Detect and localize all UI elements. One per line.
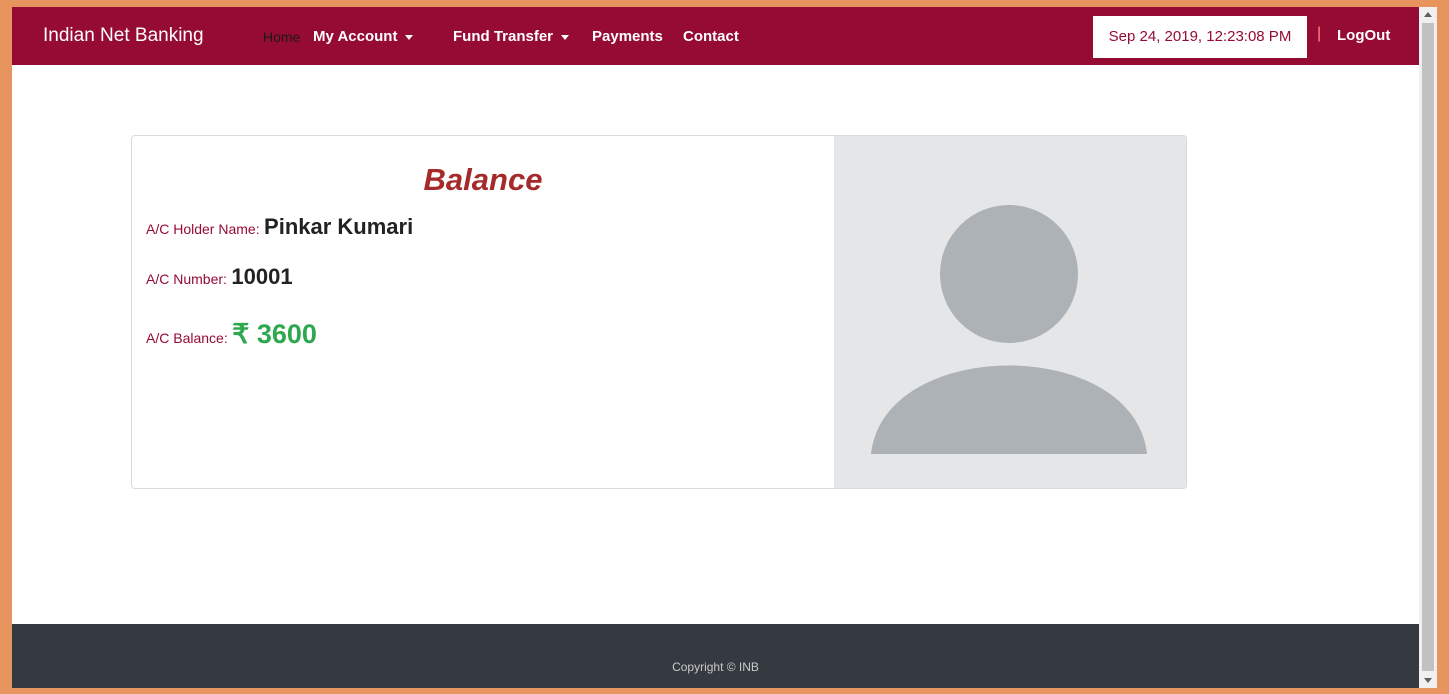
nav-fund-transfer-dropdown[interactable]: Fund Transfer <box>453 28 570 45</box>
account-number-value: 10001 <box>231 264 293 289</box>
scroll-down-icon[interactable] <box>1424 678 1432 683</box>
caret-down-icon <box>405 34 414 40</box>
user-avatar-icon <box>871 205 1147 454</box>
top-navbar: Indian Net Banking Home My Account Fund … <box>12 7 1419 65</box>
profile-avatar <box>834 136 1186 488</box>
copyright-text: Copyright © INB <box>672 660 759 674</box>
scrollbar-thumb[interactable] <box>1422 23 1434 671</box>
account-balance-row: A/C Balance: ₹ 3600 <box>146 319 317 350</box>
card-title: Balance <box>423 162 543 197</box>
nav-fund-transfer-label: Fund Transfer <box>453 28 554 45</box>
holder-name-value: Pinkar Kumari <box>264 214 414 239</box>
holder-name-row: A/C Holder Name: Pinkar Kumari <box>146 214 413 240</box>
account-number-label: A/C Number: <box>146 271 227 287</box>
footer: Copyright © INB <box>12 624 1419 688</box>
account-number-row: A/C Number: 10001 <box>146 264 293 290</box>
account-balance-label: A/C Balance: <box>146 330 228 346</box>
nav-contact-link[interactable]: Contact <box>683 28 739 45</box>
scroll-up-icon[interactable] <box>1424 12 1432 17</box>
nav-home-link[interactable]: Home <box>263 29 300 45</box>
nav-separator: | <box>1317 25 1322 42</box>
balance-card: Balance A/C Holder Name: Pinkar Kumari A… <box>131 135 1187 489</box>
browser-viewport: Indian Net Banking Home My Account Fund … <box>12 7 1419 688</box>
account-balance-value: ₹ 3600 <box>232 319 317 349</box>
nav-payments-link[interactable]: Payments <box>592 28 663 45</box>
holder-name-label: A/C Holder Name: <box>146 221 260 237</box>
nav-my-account-dropdown[interactable]: My Account <box>313 28 414 45</box>
vertical-scrollbar[interactable] <box>1419 7 1437 688</box>
nav-my-account-label: My Account <box>313 28 398 45</box>
caret-down-icon <box>561 34 570 40</box>
brand-link[interactable]: Indian Net Banking <box>43 25 204 47</box>
current-datetime: Sep 24, 2019, 12:23:08 PM <box>1093 16 1307 58</box>
logout-link[interactable]: LogOut <box>1337 27 1390 44</box>
